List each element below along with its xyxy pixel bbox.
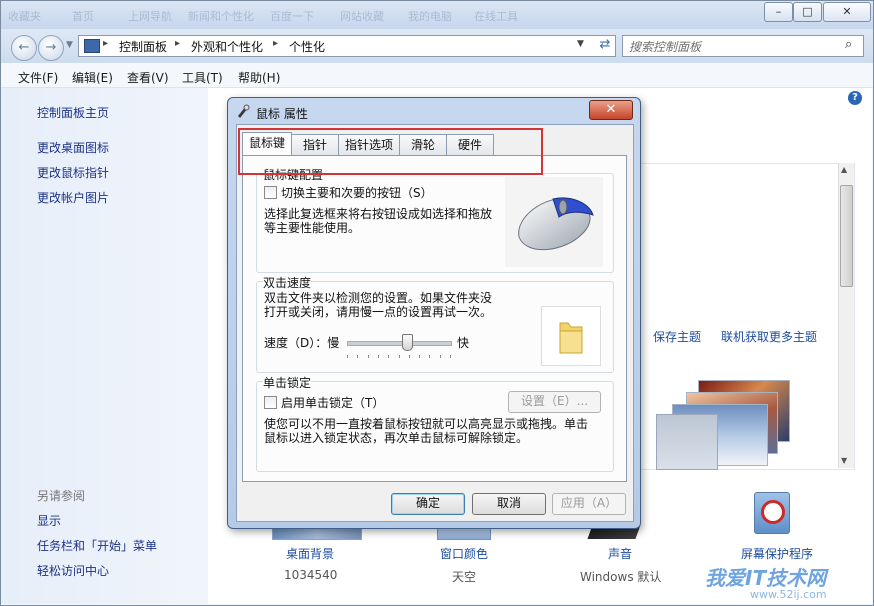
search-box[interactable]: 搜索控制面板 ⌕	[622, 35, 864, 57]
cancel-button[interactable]: 取消	[472, 493, 546, 515]
window-color-value: 天空	[452, 570, 477, 584]
swap-buttons-checkbox[interactable]	[264, 186, 277, 199]
speed-slider-thumb[interactable]	[402, 334, 413, 351]
desktop-background-link[interactable]: 桌面背景	[286, 545, 334, 562]
button-label: 设置（E）...	[520, 394, 589, 408]
control-panel-icon	[84, 39, 100, 53]
selected-theme[interactable]	[656, 414, 718, 470]
window-color-link[interactable]: 窗口颜色	[440, 545, 488, 562]
fast-label: 快	[457, 336, 470, 350]
double-click-description: 打开或关闭，请用慢一点的设置再试一次。	[264, 305, 493, 319]
scrollbar-thumb[interactable]	[840, 185, 853, 287]
search-placeholder: 搜索控制面板	[629, 40, 702, 54]
breadcrumb-arrow-icon[interactable]: ▸	[273, 38, 278, 49]
scroll-down-icon[interactable]: ▼	[841, 456, 847, 465]
slider-tick	[388, 355, 389, 358]
change-mouse-pointers-link[interactable]: 更改鼠标指针	[37, 164, 109, 181]
highlight-annotation	[238, 128, 543, 175]
bg-tab: 在线工具	[474, 10, 518, 23]
slider-tick	[429, 355, 430, 358]
slider-tick	[419, 355, 420, 358]
bg-tab: 上网导航	[128, 10, 172, 23]
menu-edit[interactable]: 编辑(E)	[72, 69, 113, 86]
swap-buttons-label[interactable]: 切换主要和次要的按钮（S）	[281, 184, 433, 201]
refresh-icon[interactable]: ⇄	[596, 36, 614, 54]
change-desktop-icons-link[interactable]: 更改桌面图标	[37, 139, 109, 156]
dialog-close-button[interactable]: ✕	[589, 100, 633, 120]
maximize-button[interactable]: □	[793, 2, 822, 22]
window-close-button[interactable]: ✕	[823, 2, 871, 22]
slider-tick	[440, 355, 441, 358]
slider-tick	[368, 355, 369, 358]
watermark-logo: 我爱IT技术网	[705, 566, 827, 590]
speed-slider-track[interactable]	[347, 341, 452, 346]
click-lock-description: 鼠标以进入锁定状态，再次单击鼠标可解除锁定。	[264, 431, 529, 445]
address-dropdown-icon[interactable]: ▼	[577, 39, 584, 49]
bg-tab: 百度一下	[270, 10, 314, 23]
history-dropdown-icon[interactable]: ▼	[66, 40, 73, 50]
slider-tick	[399, 355, 400, 358]
search-icon[interactable]: ⌕	[845, 37, 852, 52]
address-bar[interactable]: ▸ 控制面板 ▸ 外观和个性化 ▸ 个性化 ▼	[78, 35, 616, 57]
slider-tick	[378, 355, 379, 358]
menu-tools[interactable]: 工具(T)	[182, 69, 223, 86]
scroll-up-icon[interactable]: ▲	[841, 165, 847, 174]
minimize-button[interactable]: –	[764, 2, 793, 22]
help-icon[interactable]: ?	[848, 91, 862, 105]
test-folder[interactable]	[541, 306, 601, 366]
bg-tab: 新闻和个性化	[188, 10, 254, 23]
sounds-link[interactable]: 声音	[608, 545, 632, 562]
breadcrumb-arrow-icon[interactable]: ▸	[175, 38, 180, 49]
apply-button[interactable]: 应用（A）	[552, 493, 626, 515]
click-lock-label[interactable]: 启用单击锁定（T）	[281, 394, 384, 411]
watermark-url: www.52ij.com	[750, 588, 827, 601]
bg-tab: 收藏夹	[8, 10, 41, 23]
slider-tick	[409, 355, 410, 358]
speed-label: 速度（D）：慢	[264, 336, 340, 350]
breadcrumb-control-panel[interactable]: 控制面板	[119, 38, 167, 55]
forward-button[interactable]: →	[38, 35, 64, 61]
save-theme-link[interactable]: 保存主题	[653, 328, 701, 345]
mouse-illustration	[505, 177, 603, 267]
change-account-picture-link[interactable]: 更改帐户图片	[37, 189, 109, 206]
button-label: 确定	[415, 496, 440, 510]
breadcrumb-appearance[interactable]: 外观和个性化	[191, 38, 263, 55]
swap-description: 等主要性能使用。	[264, 221, 361, 235]
slider-tick	[357, 355, 358, 358]
menu-help[interactable]: 帮助(H)	[238, 69, 280, 86]
desktop-background-value: 1034540	[284, 568, 338, 582]
no-screensaver-icon	[761, 500, 785, 524]
slider-tick	[450, 355, 451, 358]
button-label: 应用（A）	[560, 496, 618, 510]
sounds-value: Windows 默认	[580, 570, 662, 584]
menu-file[interactable]: 文件(F)	[18, 69, 58, 86]
control-panel-home-link[interactable]: 控制面板主页	[37, 104, 109, 121]
ease-of-access-link[interactable]: 轻松访问中心	[37, 562, 109, 579]
breadcrumb-personalization[interactable]: 个性化	[289, 38, 325, 55]
click-lock-heading: 单击锁定	[263, 374, 312, 391]
breadcrumb-arrow-icon[interactable]: ▸	[103, 38, 108, 49]
click-lock-checkbox[interactable]	[264, 396, 277, 409]
back-button[interactable]: ←	[11, 35, 37, 61]
slider-tick	[347, 355, 348, 358]
get-more-themes-link[interactable]: 联机获取更多主题	[721, 328, 817, 345]
ok-button[interactable]: 确定	[391, 493, 465, 515]
display-link[interactable]: 显示	[37, 512, 61, 529]
menu-view[interactable]: 查看(V)	[127, 69, 169, 86]
dialog-title: 鼠标 属性	[256, 107, 308, 121]
button-label: 取消	[496, 496, 521, 510]
taskbar-start-menu-link[interactable]: 任务栏和「开始」菜单	[37, 537, 157, 554]
mouse-icon	[238, 104, 250, 118]
screen-saver-link[interactable]: 屏幕保护程序	[741, 545, 813, 562]
bg-tab: 网站收藏	[340, 10, 384, 23]
bg-tab: 首页	[72, 10, 94, 23]
click-lock-settings-button[interactable]: 设置（E）...	[508, 391, 601, 413]
bg-tab: 我的电脑	[408, 10, 452, 23]
see-also-heading: 另请参阅	[37, 489, 86, 503]
